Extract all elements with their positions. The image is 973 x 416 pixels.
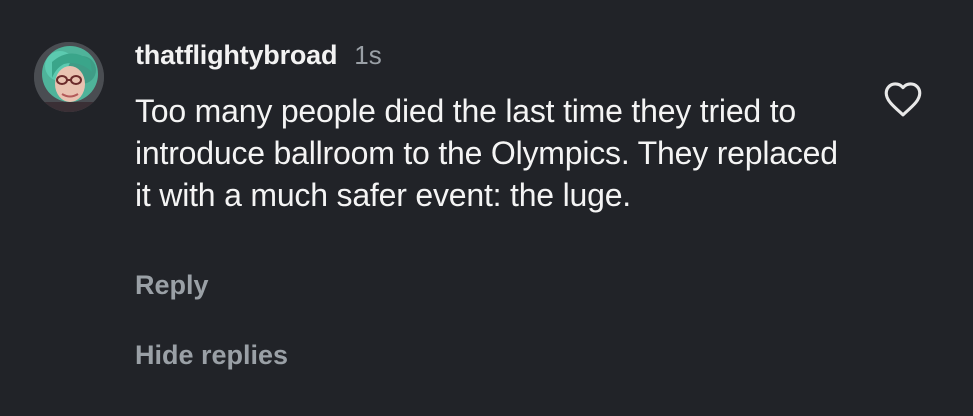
avatar[interactable] [34, 42, 104, 112]
timestamp: 1s [354, 40, 382, 70]
comment-header: thatflightybroad 1s [135, 40, 855, 78]
comment: thatflightybroad 1s Too many people died… [0, 0, 973, 416]
comment-body: thatflightybroad 1s Too many people died… [135, 40, 855, 216]
hide-replies-button[interactable]: Hide replies [135, 340, 288, 371]
avatar-image [34, 42, 104, 112]
like-button [884, 82, 922, 117]
reply-button[interactable]: Reply [135, 270, 209, 301]
heart-outline-icon[interactable] [882, 80, 924, 118]
username[interactable]: thatflightybroad [135, 40, 337, 71]
comment-text: Too many people died the last time they … [135, 93, 838, 213]
